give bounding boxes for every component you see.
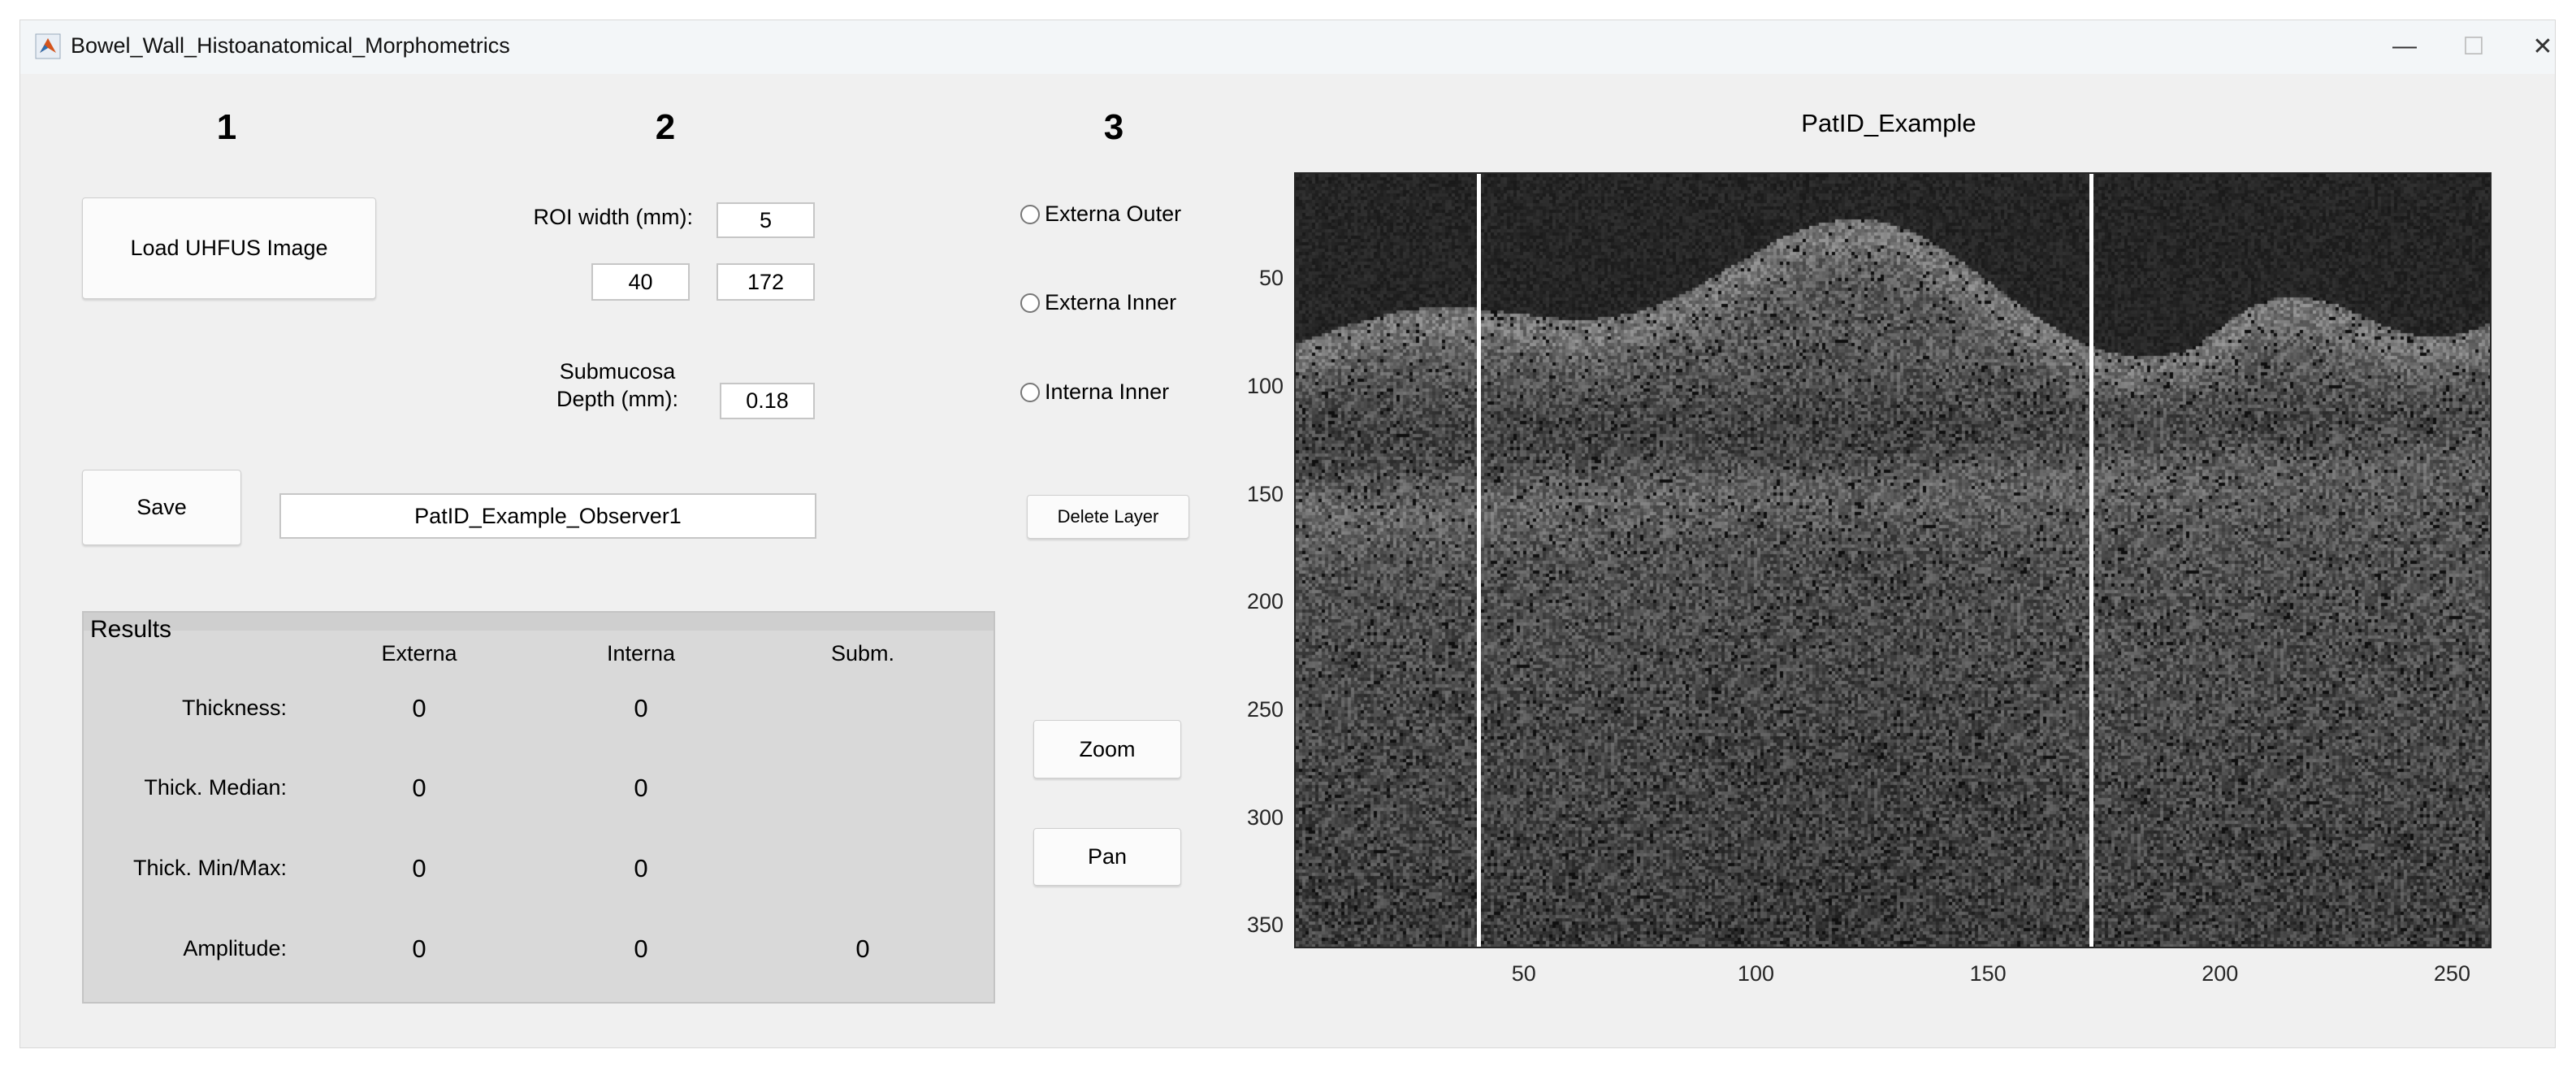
window-title: Bowel_Wall_Histoanatomical_Morphometrics: [71, 33, 510, 58]
roi-boundary-line[interactable]: [2089, 174, 2093, 947]
delete-layer-button[interactable]: Delete Layer: [1027, 495, 1189, 539]
zoom-button[interactable]: Zoom: [1033, 720, 1181, 778]
submucosa-depth-label: Submucosa Depth (mm):: [536, 358, 699, 413]
minimize-button[interactable]: —: [2376, 27, 2433, 66]
filename-input[interactable]: PatID_Example_Observer1: [279, 493, 816, 539]
y-tick-label: 150: [1246, 481, 1284, 506]
y-tick-label: 100: [1246, 373, 1284, 398]
result-value: 0: [412, 934, 426, 963]
roi-end-input[interactable]: 172: [717, 263, 815, 301]
x-tick-label: 200: [2202, 961, 2239, 986]
x-tick-label: 100: [1737, 961, 1774, 986]
results-panel: Results Externa Interna Subm. Thickness:…: [82, 611, 995, 1004]
step-3-heading: 3: [1103, 107, 1124, 147]
radio-label: Externa Inner: [1045, 290, 1177, 314]
radio-externa-inner[interactable]: Externa Inner: [1020, 290, 1176, 315]
column-header-subm: Subm.: [830, 641, 895, 666]
result-row-label: Thick. Median:: [144, 775, 287, 800]
result-row-label: Thickness:: [181, 696, 287, 720]
y-tick-label: 200: [1246, 589, 1284, 614]
result-value: 0: [634, 854, 648, 882]
x-tick-label: 50: [1511, 961, 1536, 986]
y-tick-label: 300: [1246, 804, 1284, 830]
result-value: 0: [634, 934, 648, 963]
title-bar: Bowel_Wall_Histoanatomical_Morphometrics…: [20, 20, 2555, 74]
results-panel-header: [84, 613, 994, 631]
result-value: 0: [412, 854, 426, 882]
radio-label: Interna Inner: [1045, 379, 1170, 404]
maximize-button[interactable]: ☐: [2445, 27, 2502, 66]
radio-label: Externa Outer: [1045, 202, 1182, 226]
roi-start-input[interactable]: 40: [591, 263, 690, 301]
column-header-externa: Externa: [381, 641, 457, 666]
ultrasound-image[interactable]: [1296, 174, 2490, 947]
matlab-logo-icon: [35, 33, 61, 59]
submucosa-label-line2: Depth (mm):: [556, 387, 679, 411]
load-uhfus-image-button[interactable]: Load UHFUS Image: [82, 197, 376, 299]
radio-circle-icon: [1020, 293, 1040, 313]
close-button[interactable]: ✕: [2514, 27, 2571, 66]
x-tick-label: 150: [1969, 961, 2007, 986]
radio-circle-icon: [1020, 204, 1040, 224]
result-value: 0: [412, 774, 426, 802]
step-1-heading: 1: [216, 107, 237, 147]
radio-interna-inner[interactable]: Interna Inner: [1020, 379, 1169, 405]
result-value: 0: [855, 934, 870, 963]
column-header-interna: Interna: [606, 641, 676, 666]
y-tick-label: 350: [1246, 913, 1284, 938]
y-tick-label: 50: [1258, 266, 1284, 291]
roi-width-input[interactable]: 5: [717, 202, 815, 238]
results-title: Results: [90, 616, 172, 643]
roi-width-label: ROI width (mm):: [533, 205, 693, 229]
result-value: 0: [412, 694, 426, 722]
result-row-label: Amplitude:: [183, 936, 287, 960]
plot-title: PatID_Example: [1801, 109, 1976, 137]
radio-externa-outer[interactable]: Externa Outer: [1020, 202, 1181, 227]
step-2-heading: 2: [655, 107, 676, 147]
submucosa-depth-input[interactable]: 0.18: [720, 383, 815, 419]
result-value: 0: [634, 694, 648, 722]
radio-circle-icon: [1020, 382, 1040, 402]
result-row-label: Thick. Min/Max:: [132, 856, 287, 880]
ultrasound-image-axes[interactable]: [1294, 172, 2492, 948]
submucosa-label-line1: Submucosa: [559, 359, 676, 384]
roi-boundary-line[interactable]: [1476, 174, 1481, 947]
pan-button[interactable]: Pan: [1033, 828, 1181, 886]
result-value: 0: [634, 774, 648, 802]
y-tick-label: 250: [1246, 696, 1284, 722]
x-tick-label: 250: [2433, 961, 2470, 986]
save-button[interactable]: Save: [82, 470, 241, 545]
